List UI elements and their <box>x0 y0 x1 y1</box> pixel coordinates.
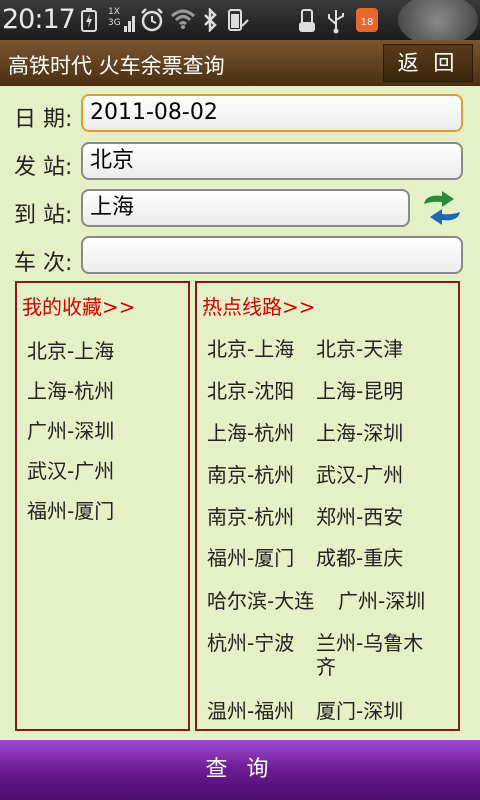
notification-count: 18 <box>360 17 374 28</box>
arrival-station-field[interactable]: 上海 <box>81 189 410 227</box>
hot-route-item[interactable]: 温州-福州 <box>207 699 294 723</box>
battery-status-icon <box>226 8 252 37</box>
usb-icon <box>296 8 318 39</box>
hot-route-item[interactable]: 广州-深圳 <box>338 589 425 613</box>
hot-routes-title[interactable]: 热点线路>> <box>202 291 316 320</box>
hot-route-item[interactable]: 南京-杭州 <box>207 463 294 487</box>
train-number-label: 车 次: <box>14 251 73 276</box>
train-number-field[interactable] <box>81 236 463 274</box>
title-bar: 高铁时代 火车余票查询 返 回 <box>0 40 480 86</box>
status-time: 20:17 <box>2 4 76 35</box>
swap-stations-icon[interactable] <box>420 190 464 226</box>
date-label: 日 期: <box>14 107 73 132</box>
arrival-label: 到 站: <box>14 203 73 228</box>
hot-route-item[interactable]: 兰州-乌鲁木齐 <box>316 631 441 679</box>
hot-route-item[interactable]: 北京-上海 <box>207 337 294 361</box>
status-bar: 20:17 1X 3G 18 <box>0 0 480 46</box>
network-type-top: 1X <box>108 7 120 17</box>
hot-route-item[interactable]: 上海-昆明 <box>316 379 403 403</box>
favorites-panel: 我的收藏>> 北京-上海 上海-杭州 广州-深圳 武汉-广州 福州-厦门 <box>15 281 190 731</box>
favorite-item[interactable]: 北京-上海 <box>27 335 114 364</box>
page-title: 高铁时代 火车余票查询 <box>8 54 225 78</box>
network-type-bottom: 3G <box>108 18 121 28</box>
hot-route-item[interactable]: 郑州-西安 <box>316 505 403 529</box>
query-button[interactable]: 查 询 <box>0 740 480 800</box>
hot-routes-panel: 热点线路>> 北京-上海 北京-天津 北京-沈阳 上海-昆明 上海-杭州 上海-… <box>195 281 460 731</box>
hot-route-item[interactable]: 厦门-深圳 <box>316 699 403 723</box>
favorite-item[interactable]: 广州-深圳 <box>27 415 114 444</box>
bluetooth-icon <box>202 6 218 37</box>
hot-route-item[interactable]: 北京-沈阳 <box>207 379 294 403</box>
favorites-title[interactable]: 我的收藏>> <box>22 291 136 320</box>
hot-route-item[interactable]: 南京-杭州 <box>207 505 294 529</box>
hot-route-item[interactable]: 北京-天津 <box>316 337 403 361</box>
hot-route-item[interactable]: 武汉-广州 <box>316 463 403 487</box>
back-button[interactable]: 返 回 <box>383 44 473 82</box>
hot-route-item[interactable]: 杭州-宁波 <box>207 631 294 655</box>
favorite-item[interactable]: 福州-厦门 <box>27 495 114 524</box>
hot-route-item[interactable]: 福州-厦门 <box>207 546 294 570</box>
favorite-item[interactable]: 武汉-广州 <box>27 455 114 484</box>
hot-route-item[interactable]: 上海-深圳 <box>316 421 403 445</box>
departure-station-field[interactable]: 北京 <box>81 142 463 180</box>
battery-icon <box>80 8 98 37</box>
date-field[interactable]: 2011-08-02 <box>81 94 463 132</box>
hot-route-item[interactable]: 上海-杭州 <box>207 421 294 445</box>
signal-bars-icon <box>124 10 138 37</box>
notification-icon: 18 <box>356 8 378 32</box>
wifi-icon <box>170 8 196 35</box>
favorite-item[interactable]: 上海-杭州 <box>27 375 114 404</box>
departure-label: 发 站: <box>14 155 73 180</box>
usb-debug-icon <box>326 8 346 39</box>
hot-route-item[interactable]: 哈尔滨-大连 <box>207 589 314 613</box>
network-icon: 1X 3G <box>108 7 121 29</box>
hot-route-item[interactable]: 成都-重庆 <box>316 546 403 570</box>
alarm-icon <box>140 8 164 37</box>
